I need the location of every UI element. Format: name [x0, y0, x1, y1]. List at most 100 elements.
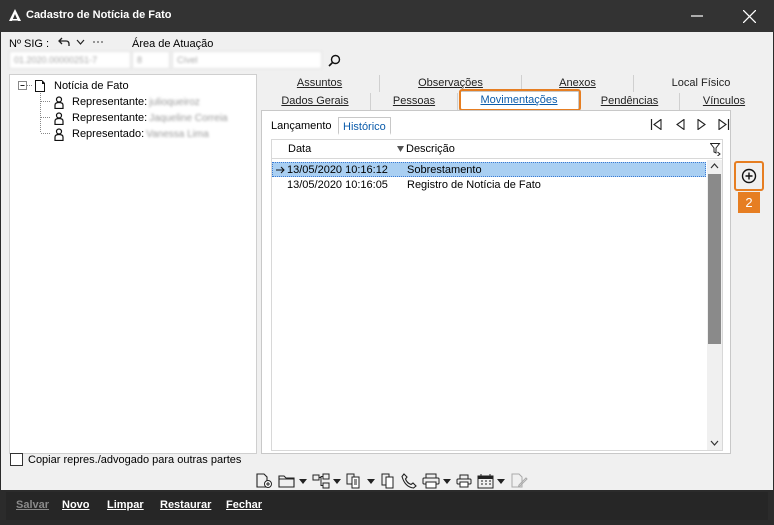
tab-local-fisico[interactable]: Local Físico [634, 75, 768, 92]
save-button[interactable]: Salvar [16, 499, 49, 511]
next-icon [697, 118, 706, 130]
close-icon [742, 9, 756, 23]
tree-root[interactable]: Notícia de Fato [34, 78, 129, 94]
clear-button[interactable]: Limpar [107, 499, 144, 511]
copy-parties-option[interactable]: Copiar repres./advogado para outras part… [10, 453, 241, 466]
action-toolbar [255, 469, 533, 493]
dropdown-arrow-icon [497, 478, 505, 484]
sort-desc-icon [397, 146, 404, 152]
window-title: Cadastro de Notícia de Fato [26, 9, 172, 21]
scrollbar-thumb[interactable] [708, 174, 721, 344]
add-movement-button[interactable] [737, 164, 761, 188]
table-row[interactable]: 13/05/2020 10:16:12 Sobrestamento [272, 162, 706, 177]
sig-number-field[interactable]: 01.2020.00000251-7 [9, 51, 131, 69]
copy-menu-button[interactable] [346, 473, 375, 489]
tree-item-value: Vanessa Lima [146, 128, 209, 140]
bottom-action-bar: Salvar Novo Limpar Restaurar Fechar [6, 492, 768, 520]
last-record-button[interactable] [714, 116, 734, 132]
calendar-icon [477, 474, 494, 489]
tree-item-label: Representado: [72, 128, 145, 140]
tree-item-label: Representante: [72, 112, 148, 124]
close-form-button[interactable]: Fechar [226, 499, 262, 511]
area-search-button[interactable] [325, 51, 343, 69]
first-record-button[interactable] [646, 116, 666, 132]
copy-document-icon [346, 473, 360, 489]
undo-button[interactable] [57, 35, 71, 49]
copy-parties-checkbox[interactable] [10, 453, 23, 466]
minimize-button[interactable] [680, 4, 714, 28]
phone-button[interactable] [401, 473, 417, 489]
column-header-descricao[interactable]: Descrição [406, 143, 455, 155]
dropdown-arrow-icon [443, 478, 451, 484]
subtab-historico[interactable]: Histórico [338, 117, 391, 135]
movimentacoes-panel: Lançamento Histórico Data Descrição 13/0… [261, 110, 731, 454]
tab-dados-gerais[interactable]: Dados Gerais [260, 93, 371, 110]
subtab-lancamento[interactable]: Lançamento [267, 117, 336, 135]
restore-button[interactable]: Restaurar [160, 499, 211, 511]
more-button[interactable] [91, 35, 105, 49]
first-icon [650, 118, 662, 130]
structure-menu-button[interactable] [312, 473, 341, 489]
chevron-down-icon [76, 39, 84, 45]
tab-pessoas[interactable]: Pessoas [371, 93, 458, 110]
row-date: 13/05/2020 10:16:05 [287, 179, 388, 191]
scroll-up-icon[interactable] [710, 163, 719, 169]
current-row-arrow-icon [276, 166, 285, 174]
attachment-documents-icon [381, 473, 394, 489]
tab-vinculos[interactable]: Vínculos [680, 93, 768, 110]
grid-header: Data Descrição [272, 140, 722, 159]
callout-frame-1 [459, 89, 581, 111]
calendar-menu-button[interactable] [477, 473, 505, 489]
area-label: Área de Atuação [132, 38, 214, 50]
edit-document-button [510, 473, 528, 489]
table-row[interactable]: 13/05/2020 10:16:05 Registro de Notícia … [272, 178, 706, 193]
more-icon [93, 41, 103, 43]
client-area: Nº SIG : 01.2020.00000251-7 Área de Atua… [1, 32, 773, 490]
person-icon [54, 127, 64, 141]
history-grid[interactable]: Data Descrição 13/05/2020 10:16:12 Sobre… [271, 139, 723, 451]
folder-menu-button[interactable] [278, 473, 307, 489]
scroll-down-icon[interactable] [710, 440, 719, 446]
document-icon [35, 80, 45, 92]
close-button[interactable] [732, 4, 766, 28]
next-record-button[interactable] [692, 116, 712, 132]
history-dropdown-button[interactable] [74, 35, 86, 49]
minimize-icon [691, 15, 703, 17]
search-icon [327, 54, 340, 67]
title-bar: Cadastro de Notícia de Fato [0, 0, 774, 32]
parties-tree[interactable]: Notícia de Fato Representante: julioquei… [9, 74, 257, 454]
previous-record-button[interactable] [670, 116, 690, 132]
dropdown-arrow-icon [299, 478, 307, 484]
area-code-field[interactable]: 8 [132, 51, 170, 69]
folder-icon [278, 475, 295, 488]
tree-item-value: julioqueiroz [149, 96, 200, 108]
previous-icon [676, 118, 685, 130]
add-circle-icon [741, 168, 757, 184]
tree-item[interactable]: Representado: Vanessa Lima [54, 126, 209, 142]
new-document-button[interactable] [255, 473, 273, 489]
tree-item[interactable]: Representante: Jaqueline Correia [54, 110, 228, 126]
last-icon [718, 118, 730, 130]
tree-item-label: Representante: [72, 96, 148, 108]
person-icon [54, 95, 64, 109]
sig-label: Nº SIG : [9, 38, 50, 50]
printer-icon [422, 473, 440, 489]
column-header-data[interactable]: Data [288, 143, 311, 155]
tab-assuntos[interactable]: Assuntos [260, 75, 380, 92]
grid-vertical-scrollbar[interactable] [707, 160, 722, 450]
tab-pendencias[interactable]: Pendências [580, 93, 680, 110]
tree-item-value: Jaqueline Correia [149, 112, 228, 124]
row-date: 13/05/2020 10:16:12 [287, 164, 388, 176]
new-button[interactable]: Novo [62, 499, 90, 511]
quick-print-button[interactable] [456, 473, 472, 489]
tree-root-label: Notícia de Fato [54, 80, 129, 92]
filter-icon[interactable] [710, 143, 721, 156]
hierarchy-icon [312, 473, 330, 489]
tree-item[interactable]: Representante: julioqueiroz [54, 94, 200, 110]
callout-badge-2: 2 [738, 192, 760, 213]
app-logo-icon [9, 9, 21, 21]
print-menu-button[interactable] [422, 473, 451, 489]
attachment-button[interactable] [380, 473, 396, 489]
printer-small-icon [456, 474, 472, 488]
area-name-field[interactable]: Cível [172, 51, 322, 69]
